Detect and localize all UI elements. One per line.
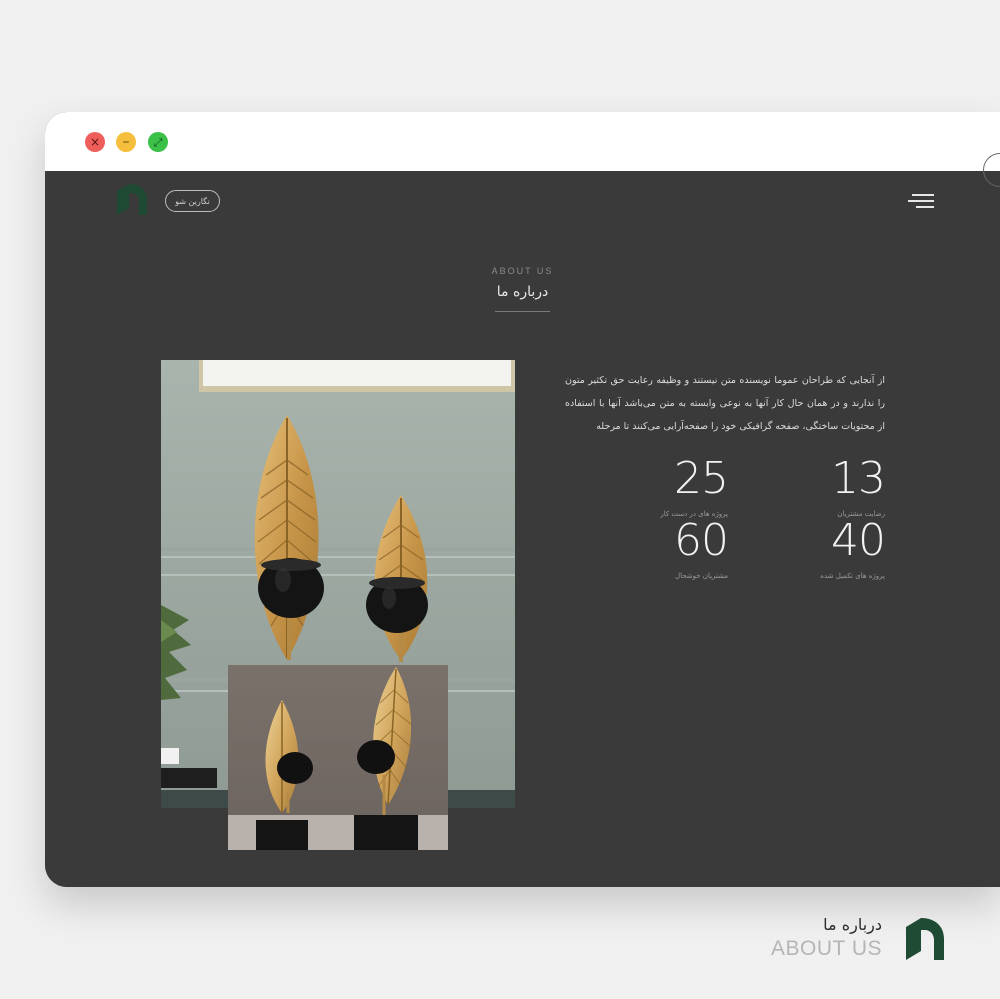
window-maximize-button[interactable]: ⤢ bbox=[148, 132, 168, 152]
window-minimize-button[interactable]: – bbox=[116, 132, 136, 152]
page-content: نگارین شو ABOUT US درباره ما از آنجایی ک… bbox=[45, 153, 1000, 887]
footer-title: درباره ما bbox=[823, 915, 882, 934]
stat-label: مشتریان خوشحال bbox=[675, 572, 728, 580]
header-pill-button[interactable]: نگارین شو bbox=[165, 190, 220, 212]
hamburger-menu-icon[interactable] bbox=[906, 193, 934, 209]
title-underline bbox=[495, 311, 550, 312]
maximize-icon: ⤢ bbox=[153, 135, 163, 149]
stat-value: 25 bbox=[674, 453, 729, 504]
minimize-icon: – bbox=[122, 134, 130, 150]
window-titlebar: × – ⤢ bbox=[45, 112, 1000, 171]
browser-window: × – ⤢ نگارین شو ABOUT US درباره ما از آن… bbox=[45, 112, 1000, 887]
window-close-button[interactable]: × bbox=[85, 132, 105, 152]
brand-logo-icon[interactable] bbox=[115, 182, 149, 218]
stat-value: 13 bbox=[831, 453, 886, 504]
section-title: درباره ما bbox=[496, 284, 549, 300]
stat-value: 40 bbox=[831, 515, 886, 566]
brand-logo-icon bbox=[906, 918, 944, 960]
stat-label: پروژه های تکمیل شده bbox=[820, 572, 885, 580]
footer-subtitle: ABOUT US bbox=[771, 937, 882, 960]
stat-value: 60 bbox=[674, 515, 729, 566]
section-label: ABOUT US bbox=[491, 266, 554, 276]
product-photo-secondary bbox=[228, 665, 448, 850]
about-description: از آنجایی که طراحان عموما نویسنده متن نی… bbox=[565, 375, 885, 432]
close-icon: × bbox=[89, 135, 101, 149]
